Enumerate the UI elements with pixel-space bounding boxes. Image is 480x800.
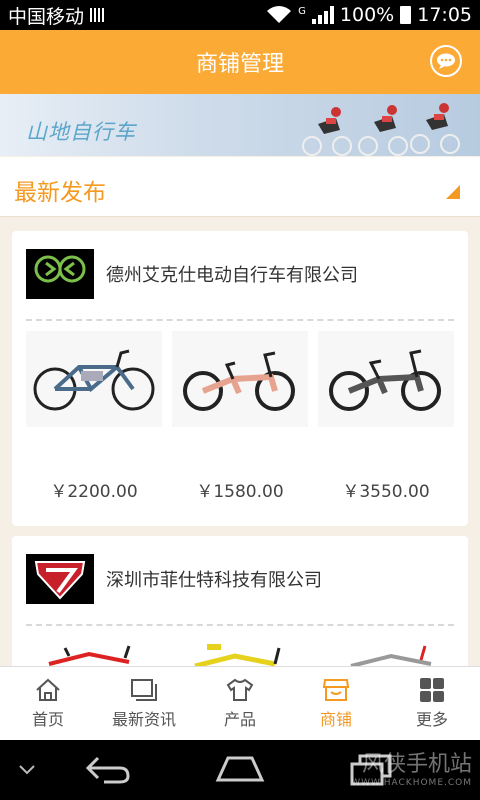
bottom-tab-bar: 首页 最新资讯 产品 商铺 更多	[0, 666, 480, 740]
system-nav-bar: 风侠手机站 WWW.HACKHOME.COM	[0, 740, 480, 800]
tab-label: 更多	[415, 709, 448, 729]
signal-icon	[311, 6, 334, 24]
carrier-name: 中国移动	[8, 5, 85, 28]
promo-banner[interactable]: 山地自行车	[0, 94, 480, 156]
shop-logo	[26, 249, 94, 299]
product-image	[318, 331, 454, 427]
battery-icon	[400, 6, 412, 24]
shop-card[interactable]: 深圳市菲仕特科技有限公司	[12, 536, 468, 732]
section-header[interactable]: 最新发布	[0, 157, 480, 217]
watermark: 风侠手机站 WWW.HACKHOME.COM	[351, 746, 472, 788]
network-type: G	[298, 6, 306, 17]
tab-more[interactable]: 更多	[384, 667, 480, 740]
status-bar: 中国移动 G 100% 17:05	[0, 0, 480, 30]
tab-news[interactable]: 最新资讯	[96, 667, 192, 740]
divider	[26, 319, 454, 321]
shop-name: 深圳市菲仕特科技有限公司	[106, 570, 322, 591]
cyclists-image	[302, 103, 460, 156]
tab-label: 最新资讯	[111, 709, 176, 729]
product-item[interactable]: ￥3550.00	[318, 331, 454, 502]
shop-name: 德州艾克仕电动自行车有限公司	[106, 265, 358, 286]
product-price: ￥2200.00	[50, 482, 138, 502]
tab-label: 商铺	[319, 709, 352, 729]
product-item[interactable]: ￥1580.00	[172, 331, 308, 502]
product-list: ￥2200.00 ￥1580.00 ￥3550.00	[26, 331, 454, 502]
page-title: 商铺管理	[195, 52, 284, 77]
chat-bubble-icon	[437, 53, 455, 69]
hide-keyboard-icon[interactable]	[18, 764, 36, 776]
tab-label: 首页	[31, 709, 64, 729]
message-button[interactable]	[430, 45, 462, 77]
shop-header[interactable]: 深圳市菲仕特科技有限公司	[26, 554, 322, 604]
shop-logo	[26, 554, 94, 604]
divider	[26, 624, 454, 626]
shirt-icon	[226, 678, 254, 701]
product-item[interactable]: ￥2200.00	[26, 331, 162, 502]
news-icon	[131, 678, 157, 701]
app-header: 商铺管理	[0, 30, 480, 94]
section-title: 最新发布	[14, 180, 106, 206]
product-price: ￥1580.00	[196, 482, 284, 502]
sim-icon	[90, 8, 105, 22]
home-nav-icon[interactable]	[214, 754, 266, 784]
watermark-line1: 风侠手机站	[361, 752, 472, 777]
tab-home[interactable]: 首页	[0, 667, 96, 740]
tab-shops[interactable]: 商铺	[288, 667, 384, 740]
tab-label: 产品	[223, 709, 256, 729]
wifi-icon	[267, 6, 292, 24]
shop-card[interactable]: 德州艾克仕电动自行车有限公司 ￥2200.00 ￥1580.00 ￥3550.0…	[12, 231, 468, 526]
clock: 17:05	[417, 4, 472, 26]
expand-triangle-icon[interactable]	[446, 185, 460, 199]
back-icon[interactable]	[84, 754, 132, 784]
home-icon	[36, 678, 60, 701]
watermark-line2: WWW.HACKHOME.COM	[351, 778, 472, 788]
product-image	[172, 331, 308, 427]
grid-icon	[420, 677, 444, 702]
product-price: ￥3550.00	[342, 482, 430, 502]
tab-products[interactable]: 产品	[192, 667, 288, 740]
product-image	[26, 331, 162, 427]
banner-text: 山地自行车	[26, 120, 136, 144]
store-icon	[322, 678, 350, 701]
shop-header[interactable]: 德州艾克仕电动自行车有限公司	[26, 249, 358, 299]
battery-percent: 100%	[339, 4, 395, 26]
